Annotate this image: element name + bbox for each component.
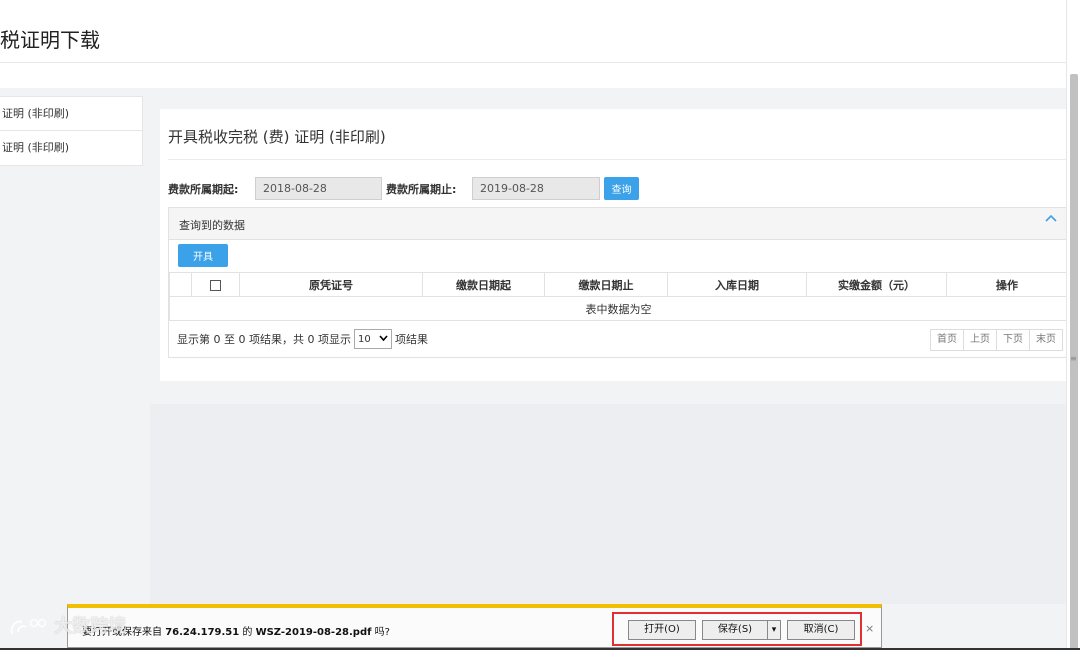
- column-header-pay-date-end[interactable]: 缴款日期止: [544, 272, 668, 297]
- select-all-checkbox[interactable]: [210, 279, 221, 291]
- download-message-mid: 的: [239, 627, 256, 638]
- results-box: 查询到的数据 开具 原凭证号 缴款日期起 缴款日期止 入库日期 实缴金额（元） …: [168, 207, 1068, 358]
- page-title: 税证明下载: [0, 28, 100, 52]
- query-button[interactable]: 查询: [604, 177, 639, 200]
- chevron-down-icon: [379, 334, 388, 345]
- cancel-button[interactable]: 取消(C): [787, 620, 855, 640]
- pagination: 首页 上页 下页 末页: [930, 329, 1063, 351]
- save-dropdown-icon[interactable]: ▾: [767, 620, 781, 640]
- results-header: 查询到的数据: [169, 208, 1067, 240]
- panel-title: 开具税收完税 (费) 证明 (非印刷): [168, 128, 386, 146]
- last-page-button[interactable]: 末页: [1029, 329, 1063, 351]
- prev-page-button[interactable]: 上页: [963, 329, 997, 351]
- download-message-suffix: 吗?: [371, 627, 390, 638]
- table-header-row: 原凭证号 缴款日期起 缴款日期止 入库日期 实缴金额（元） 操作: [169, 272, 1068, 297]
- page-size-value: 10: [357, 333, 371, 345]
- panel-divider: [168, 159, 1068, 160]
- close-icon[interactable]: ×: [865, 622, 874, 635]
- first-page-button[interactable]: 首页: [930, 329, 964, 351]
- chevron-up-icon[interactable]: [1045, 212, 1057, 228]
- content-background: [150, 404, 1066, 604]
- table-row: 表中数据为空: [169, 296, 1068, 321]
- download-filename: WSZ-2019-08-28.pdf: [255, 627, 372, 638]
- results-title: 查询到的数据: [179, 219, 245, 232]
- table-header-select: [191, 272, 240, 297]
- download-notification-bar: 要打开或保存来自 76.24.179.51 的 WSZ-2019-08-28.p…: [67, 604, 882, 648]
- column-header-warehousing-date[interactable]: 入库日期: [667, 272, 807, 297]
- column-header-amount[interactable]: 实缴金额（元）: [806, 272, 947, 297]
- page-header: 税证明下载: [0, 0, 1066, 88]
- issue-button[interactable]: 开具: [178, 244, 228, 267]
- start-date-label: 费款所属期起:: [168, 183, 239, 196]
- column-header-actions[interactable]: 操作: [946, 272, 1068, 297]
- watermark: 大数跨境: [8, 612, 126, 638]
- pagination-text-after: 项结果: [394, 333, 428, 346]
- sidebar-item-certificate-1[interactable]: 证明 (非印刷): [0, 97, 142, 131]
- column-header-voucher-no[interactable]: 原凭证号: [239, 272, 423, 297]
- download-host: 76.24.179.51: [165, 627, 240, 638]
- open-button[interactable]: 打开(O): [628, 620, 696, 640]
- end-date-label: 费款所属期止:: [386, 183, 457, 196]
- scrollbar-grip-icon: ≡: [1070, 354, 1077, 363]
- pagination-info: 显示第 0 至 0 项结果，共 0 项显示 10 项结果: [177, 329, 428, 349]
- main-panel: 开具税收完税 (费) 证明 (非印刷) 费款所属期起: 2018-08-28 费…: [160, 109, 1072, 381]
- save-button[interactable]: 保存(S): [702, 620, 768, 640]
- header-divider: [0, 62, 1066, 63]
- vertical-scrollbar[interactable]: ≡: [1066, 0, 1080, 650]
- sidebar-item-certificate-2[interactable]: 证明 (非印刷): [0, 131, 142, 165]
- watermark-logo-icon: [10, 618, 47, 635]
- column-header-pay-date-start[interactable]: 缴款日期起: [422, 272, 545, 297]
- results-table: 原凭证号 缴款日期起 缴款日期止 入库日期 实缴金额（元） 操作 表中数据为空: [169, 272, 1068, 321]
- download-actions-highlight: 打开(O) 保存(S) ▾ 取消(C): [612, 612, 862, 646]
- empty-table-message: 表中数据为空: [169, 296, 1068, 321]
- download-message: 要打开或保存来自 76.24.179.51 的 WSZ-2019-08-28.p…: [82, 623, 390, 638]
- next-page-button[interactable]: 下页: [996, 329, 1030, 351]
- pagination-text-before: 显示第 0 至 0 项结果，共 0 项显示: [177, 333, 351, 346]
- table-header-spacer: [169, 272, 192, 297]
- start-date-input[interactable]: 2018-08-28: [255, 177, 382, 200]
- page-size-select[interactable]: 10: [353, 329, 392, 349]
- watermark-text: 大数跨境: [54, 616, 127, 637]
- sidebar: 证明 (非印刷) 证明 (非印刷): [0, 96, 143, 166]
- end-date-input[interactable]: 2019-08-28: [472, 177, 600, 200]
